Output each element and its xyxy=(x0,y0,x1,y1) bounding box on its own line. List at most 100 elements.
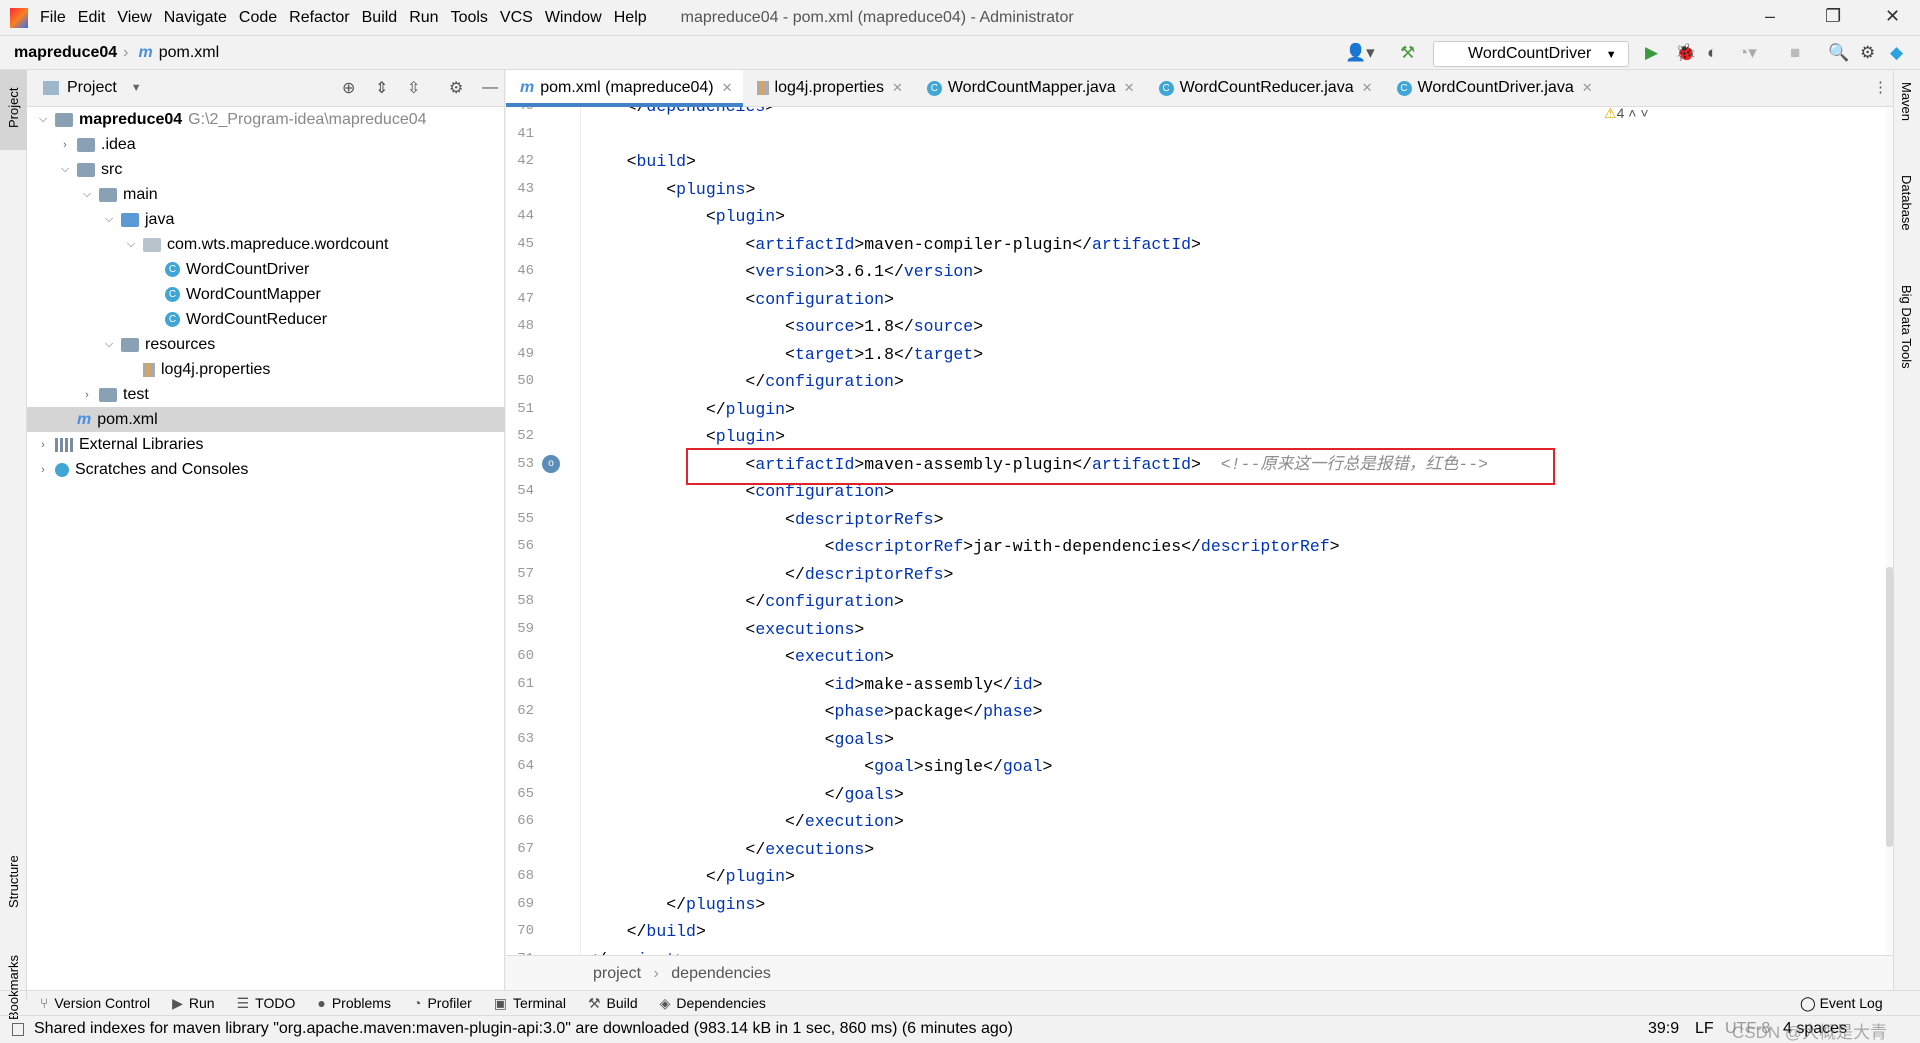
chevron-down-icon[interactable]: ⌵ xyxy=(101,338,117,351)
gear-icon[interactable]: ⚙ xyxy=(1860,43,1875,63)
close-tab-icon[interactable]: ✕ xyxy=(892,80,903,96)
chevron-right-icon[interactable]: › xyxy=(35,439,51,451)
tool-todo[interactable]: ☰ TODO xyxy=(237,995,296,1012)
menu-run[interactable]: Run xyxy=(409,9,438,27)
tree-item[interactable]: ⌵ src xyxy=(27,157,505,182)
close-tab-icon[interactable]: ✕ xyxy=(1582,80,1593,96)
line-number: 55 xyxy=(517,510,534,527)
event-log-button[interactable]: ◯ Event Log xyxy=(1800,995,1883,1012)
status-message[interactable]: Shared indexes for maven library "org.ap… xyxy=(34,1020,1013,1038)
tree-item[interactable]: log4j.properties xyxy=(27,357,505,382)
menu-build[interactable]: Build xyxy=(362,9,398,27)
more-tabs-icon[interactable]: ⋮ xyxy=(1873,78,1888,96)
tree-item[interactable]: ⌵ main xyxy=(27,182,505,207)
menu-file[interactable]: File xyxy=(40,9,66,27)
tab-log4j-properties[interactable]: log4j.properties ✕ xyxy=(743,70,913,107)
tree-item[interactable]: C WordCountReducer xyxy=(27,307,505,332)
menu-refactor[interactable]: Refactor xyxy=(289,9,349,27)
tool-profiler[interactable]: ◔ Profiler xyxy=(413,995,472,1012)
user-icon[interactable]: 👤▾ xyxy=(1345,43,1375,63)
chevron-right-icon[interactable]: › xyxy=(57,139,73,151)
chevron-right-icon[interactable]: › xyxy=(79,389,95,401)
tab-wordcountreducer-java[interactable]: C WordCountReducer.java ✕ xyxy=(1145,70,1383,107)
debug-icon[interactable]: 🐞 xyxy=(1675,43,1696,63)
stop-icon[interactable]: ■ xyxy=(1790,43,1800,63)
line-separator[interactable]: LF xyxy=(1695,1020,1714,1038)
inspection-widget[interactable]: ⚠4 ˄ ˅ xyxy=(1604,107,1649,122)
folder-icon xyxy=(77,137,95,152)
database-tool-button[interactable]: Database xyxy=(1899,175,1914,231)
line-number: 54 xyxy=(517,483,534,499)
tab-pom-xml[interactable]: m pom.xml (mapreduce04) ✕ xyxy=(506,69,743,107)
menu-help[interactable]: Help xyxy=(614,9,647,27)
close-tab-icon[interactable]: ✕ xyxy=(722,80,733,96)
chevron-down-icon[interactable]: ▼ xyxy=(131,82,142,94)
close-tab-icon[interactable]: ✕ xyxy=(1362,80,1373,96)
tool-build[interactable]: ⚒ Build xyxy=(588,995,638,1012)
tree-item[interactable]: › Scratches and Consoles xyxy=(27,457,505,482)
chevron-down-icon[interactable]: ⌵ xyxy=(101,213,117,226)
caret-position[interactable]: 39:9 xyxy=(1648,1020,1679,1038)
coverage-icon[interactable]: ◐ xyxy=(1707,43,1717,63)
code-line: <target>1.8</target> xyxy=(587,344,984,364)
close-tab-icon[interactable]: ✕ xyxy=(1124,80,1135,96)
maven-plugin-gutter-icon[interactable]: o xyxy=(542,454,560,473)
tree-item[interactable]: C WordCountDriver xyxy=(27,257,505,282)
tool-dependencies[interactable]: ◈ Dependencies xyxy=(660,995,766,1012)
tool-problems[interactable]: ● Problems xyxy=(317,995,391,1012)
tree-item[interactable]: ⌵ com.wts.mapreduce.wordcount xyxy=(27,232,505,257)
status-toggle-icon[interactable] xyxy=(12,1022,24,1036)
menu-navigate[interactable]: Navigate xyxy=(164,9,227,27)
project-view-select[interactable]: Project xyxy=(67,79,117,97)
tab-wordcountmapper-java[interactable]: C WordCountMapper.java ✕ xyxy=(913,70,1145,107)
menu-window[interactable]: Window xyxy=(545,9,602,27)
nav-file[interactable]: pom.xml xyxy=(159,44,219,62)
build-hammer-icon[interactable]: ⚒ xyxy=(1400,43,1415,63)
tree-item[interactable]: C WordCountMapper xyxy=(27,282,505,307)
editor-scrollbar[interactable] xyxy=(1886,107,1893,955)
tool-run[interactable]: ▶ Run xyxy=(172,995,214,1012)
tree-item[interactable]: › .idea xyxy=(27,132,505,157)
search-icon[interactable]: 🔍 xyxy=(1828,43,1849,63)
breadcrumb-dependencies[interactable]: dependencies xyxy=(671,965,771,982)
tree-item[interactable]: › External Libraries xyxy=(27,432,505,457)
menu-edit[interactable]: Edit xyxy=(78,9,106,27)
code-line: <build> xyxy=(587,152,696,171)
big-data-tools-button[interactable]: Big Data Tools xyxy=(1899,285,1914,369)
tool-terminal[interactable]: ▣ Terminal xyxy=(494,995,566,1012)
tool-version-control[interactable]: ⑂ Version Control xyxy=(40,995,150,1012)
tab-wordcountdriver-java[interactable]: C WordCountDriver.java ✕ xyxy=(1383,70,1603,107)
tree-item[interactable]: › test xyxy=(27,382,505,407)
minimize-button[interactable]: – xyxy=(1765,6,1775,27)
expand-all-icon[interactable]: ⇕ xyxy=(375,78,388,98)
maven-tool-button[interactable]: Maven xyxy=(1899,82,1914,121)
menu-vcs[interactable]: VCS xyxy=(500,9,533,27)
breadcrumb-project[interactable]: project xyxy=(593,965,641,982)
maximize-button[interactable]: ❐ xyxy=(1825,6,1841,27)
chevron-down-icon[interactable]: ⌵ xyxy=(57,163,73,176)
hide-icon[interactable]: — xyxy=(482,79,498,97)
project-tool-button[interactable]: Project xyxy=(6,88,21,128)
tree-item[interactable]: ⌵ java xyxy=(27,207,505,232)
plugin-logo-icon[interactable]: ◆ xyxy=(1890,43,1903,63)
run-icon[interactable]: ▶ xyxy=(1645,43,1658,63)
chevron-down-icon[interactable]: ⌵ xyxy=(123,238,139,251)
close-button[interactable]: ✕ xyxy=(1885,6,1900,27)
nav-project[interactable]: mapreduce04 xyxy=(14,44,117,62)
menu-tools[interactable]: Tools xyxy=(451,9,488,27)
tree-item[interactable]: ⌵ mapreduce04 G:\2_Program-idea\mapreduce0… xyxy=(27,107,505,132)
gear-icon[interactable]: ⚙ xyxy=(449,78,463,98)
locate-icon[interactable]: ⊕ xyxy=(342,78,355,98)
profile-icon[interactable]: ◔▾ xyxy=(1738,43,1757,63)
run-configuration-select[interactable]: WordCountDriver ▼ xyxy=(1433,41,1629,67)
collapse-all-icon[interactable]: ⇳ xyxy=(407,78,420,98)
menu-view[interactable]: View xyxy=(117,9,151,27)
chevron-down-icon[interactable]: ⌵ xyxy=(35,113,51,126)
tree-item[interactable]: m pom.xml xyxy=(27,407,505,432)
code-editor[interactable]: 40 41 42 43 44 45 46 47 48 49 50 51 52 53 o 54 55 56 57 58 5… xyxy=(506,107,1893,955)
chevron-down-icon[interactable]: ⌵ xyxy=(79,188,95,201)
tree-item[interactable]: ⌵ resources xyxy=(27,332,505,357)
menu-code[interactable]: Code xyxy=(239,9,277,27)
chevron-right-icon[interactable]: › xyxy=(35,464,51,476)
structure-tool-button[interactable]: Structure xyxy=(6,855,21,908)
